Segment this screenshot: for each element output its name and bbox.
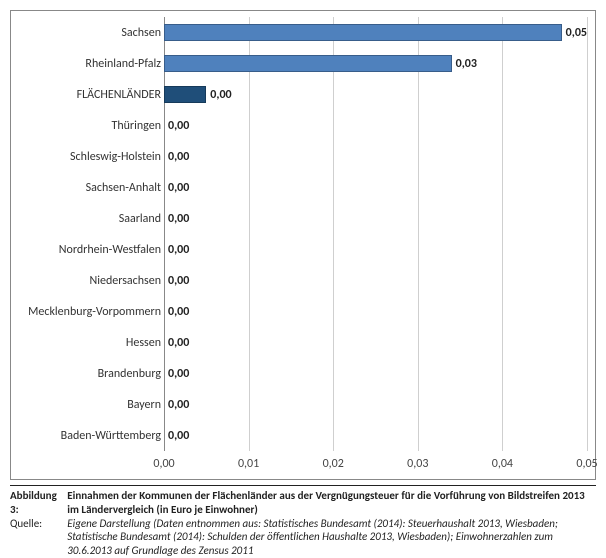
category-label: Brandenburg [11,367,167,381]
bar [164,55,452,72]
category-label: Niedersachsen [11,274,167,288]
bar-row: FLÄCHENLÄNDER0,00 [164,79,587,110]
bar-row: Rheinland-Pfalz0,03 [164,48,587,79]
bar-value-label: 0,00 [168,119,189,133]
x-tick-label: 0,05 [576,457,597,471]
x-tick-label: 0,04 [492,457,513,471]
bar-row: Sachsen0,05 [164,17,587,48]
category-label: Hessen [11,336,167,350]
category-label: Bayern [11,398,167,412]
bar-value-label: 0,00 [168,367,189,381]
bar-row: Saarland0,00 [164,203,587,234]
caption-rule [10,485,596,486]
bar-row: Schleswig-Holstein0,00 [164,141,587,172]
bar-row: Thüringen0,00 [164,110,587,141]
category-label: Schleswig-Holstein [11,150,167,164]
bars-container: Sachsen0,05Rheinland-Pfalz0,03FLÄCHENLÄN… [164,17,587,451]
bar-row: Bayern0,00 [164,389,587,420]
x-tick-label: 0,03 [407,457,428,471]
bar-value-label: 0,00 [168,429,189,443]
bar-row: Nordrhein-Westfalen0,00 [164,234,587,265]
x-tick-label: 0,00 [153,457,174,471]
bar-row: Mecklenburg-Vorpommern0,00 [164,296,587,327]
category-label: Nordrhein-Westfalen [11,243,167,257]
bar-value-label: 0,00 [168,243,189,257]
figure-label: Abbildung 3: [10,489,67,517]
bar-value-label: 0,00 [168,274,189,288]
category-label: Saarland [11,212,167,226]
category-label: Mecklenburg-Vorpommern [11,305,167,319]
bar-value-label: 0,00 [210,88,231,102]
bar-value-label: 0,00 [168,398,189,412]
gridline [587,17,588,451]
category-label: Thüringen [11,119,167,133]
bar-value-label: 0,00 [168,336,189,350]
bar [164,86,206,103]
bar-value-label: 0,00 [168,212,189,226]
bar-row: Sachsen-Anhalt0,00 [164,172,587,203]
caption-block: Abbildung 3: Einnahmen der Kommunen der … [10,485,596,558]
category-label: Sachsen [11,26,167,40]
category-label: Rheinland-Pfalz [11,57,167,71]
x-axis: 0,000,010,020,030,040,05 [164,451,587,479]
bar-value-label: 0,00 [168,305,189,319]
x-tick-label: 0,02 [323,457,344,471]
source-label: Quelle: [10,517,67,558]
bar-value-label: 0,05 [566,26,587,40]
figure-title: Einnahmen der Kommunen der Flächenländer… [67,489,596,517]
bar-row: Niedersachsen0,00 [164,265,587,296]
bar-value-label: 0,00 [168,181,189,195]
category-label: FLÄCHENLÄNDER [11,88,167,102]
category-label: Baden-Württemberg [11,429,167,443]
x-tick-label: 0,01 [238,457,259,471]
bar-row: Hessen0,00 [164,327,587,358]
bar-row: Baden-Württemberg0,00 [164,420,587,451]
figure: Sachsen0,05Rheinland-Pfalz0,03FLÄCHENLÄN… [0,0,606,558]
bar-value-label: 0,03 [456,57,477,71]
source-text: Eigene Darstellung (Daten entnommen aus:… [67,517,596,558]
bar-value-label: 0,00 [168,150,189,164]
bar-row: Brandenburg0,00 [164,358,587,389]
category-label: Sachsen-Anhalt [11,181,167,195]
bar [164,24,562,41]
plot-area: Sachsen0,05Rheinland-Pfalz0,03FLÄCHENLÄN… [10,10,596,480]
